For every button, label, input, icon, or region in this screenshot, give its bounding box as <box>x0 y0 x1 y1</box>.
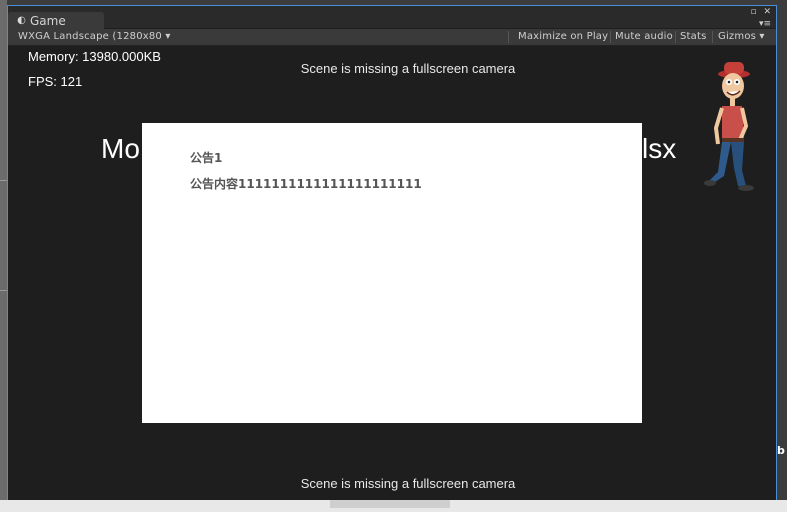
tab-game-label: Game <box>30 14 66 28</box>
gizmos-dropdown[interactable]: Gizmos ▾ <box>718 29 765 45</box>
edge-text: b <box>777 444 785 457</box>
left-panel-edge <box>0 0 7 512</box>
toolbar-divider <box>712 31 713 43</box>
missing-camera-message: Scene is missing a fullscreen camera <box>300 61 516 76</box>
background-title-left: Mo <box>101 133 140 164</box>
missing-camera-message-bottom: Scene is missing a fullscreen camera <box>300 476 516 491</box>
restore-icon[interactable]: ▫ <box>750 7 756 17</box>
resolution-dropdown[interactable]: WXGA Landscape (1280x80 ▾ <box>18 29 171 45</box>
tab-game[interactable]: ◐ Game <box>8 12 104 30</box>
stats-toggle[interactable]: Stats <box>680 29 707 45</box>
fps-readout: FPS: 121 <box>28 74 83 89</box>
cartoon-character-icon <box>704 62 754 191</box>
left-panel-divider <box>0 290 7 291</box>
toolbar-divider <box>610 31 611 43</box>
game-toolbar: WXGA Landscape (1280x80 ▾ Maximize on Pl… <box>8 29 776 46</box>
panel-menu-icon[interactable]: ▾≡ <box>759 19 771 29</box>
left-panel-divider <box>0 180 7 181</box>
notice-content: 公告内容1111111111111111111111 <box>190 177 422 191</box>
mute-audio-toggle[interactable]: Mute audio <box>615 29 673 45</box>
close-icon[interactable]: ✕ <box>763 7 771 17</box>
tab-bar <box>8 6 776 28</box>
window-controls: ▫ ✕ <box>746 8 771 17</box>
toolbar-divider <box>508 31 509 43</box>
bottom-scrollbar[interactable] <box>330 500 450 508</box>
unity-icon: ◐ <box>17 15 26 26</box>
maximize-on-play-toggle[interactable]: Maximize on Play <box>518 29 608 45</box>
notice-dialog[interactable]: 公告1 公告内容1111111111111111111111 <box>142 123 642 423</box>
notice-title: 公告1 <box>190 151 223 165</box>
toolbar-divider <box>675 31 676 43</box>
